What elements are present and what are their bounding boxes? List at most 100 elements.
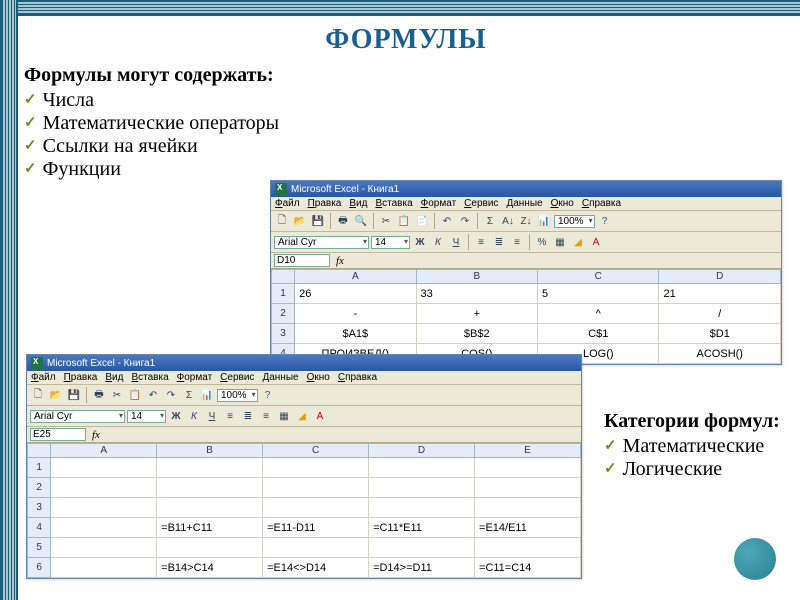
fill-color-icon[interactable]: ◢	[294, 408, 310, 424]
borders-icon[interactable]: ▦	[276, 408, 292, 424]
open-icon[interactable]: 📂	[292, 213, 308, 229]
cell[interactable]: 5	[538, 284, 659, 304]
cell[interactable]: 33	[416, 284, 537, 304]
bold-icon[interactable]: Ж	[168, 408, 184, 424]
menu-help[interactable]: Справка	[338, 372, 377, 383]
italic-icon[interactable]: К	[430, 234, 446, 250]
save-icon[interactable]: 💾	[66, 387, 82, 403]
cell[interactable]: $A1$	[295, 324, 416, 344]
redo-icon[interactable]: ↷	[457, 213, 473, 229]
col-header[interactable]: A	[51, 444, 157, 458]
menu-window[interactable]: Окно	[307, 372, 330, 383]
zoom-combo[interactable]: 100%	[217, 389, 258, 402]
menu-file[interactable]: Файл	[31, 372, 56, 383]
copy-icon[interactable]: 📋	[396, 213, 412, 229]
col-header[interactable]: D	[659, 270, 781, 284]
menu-data[interactable]: Данные	[506, 198, 542, 209]
sum-icon[interactable]: Σ	[181, 387, 197, 403]
new-icon[interactable]: 🗋	[274, 213, 290, 229]
cell[interactable]	[157, 458, 263, 478]
row-header[interactable]: 2	[272, 304, 295, 324]
menubar[interactable]: Файл Правка Вид Вставка Формат Сервис Да…	[271, 197, 781, 211]
sum-icon[interactable]: Σ	[482, 213, 498, 229]
spreadsheet-grid[interactable]: A B C D 1 26 33 5 21 2 - + ^ / 3 $A1$ $B…	[271, 269, 781, 364]
new-icon[interactable]: 🗋	[30, 387, 46, 403]
open-icon[interactable]: 📂	[48, 387, 64, 403]
align-center-icon[interactable]: ≣	[240, 408, 256, 424]
menu-tools[interactable]: Сервис	[464, 198, 498, 209]
sort-asc-icon[interactable]: A↓	[500, 213, 516, 229]
font-combo[interactable]: Arial Cyr	[30, 410, 125, 423]
print-icon[interactable]: 🖶	[91, 387, 107, 403]
cell[interactable]	[475, 498, 581, 518]
menu-tools[interactable]: Сервис	[220, 372, 254, 383]
preview-icon[interactable]: 🔍	[353, 213, 369, 229]
cell[interactable]: $B$2	[416, 324, 537, 344]
cut-icon[interactable]: ✂	[109, 387, 125, 403]
cell[interactable]	[157, 498, 263, 518]
cell[interactable]	[369, 458, 475, 478]
menu-window[interactable]: Окно	[551, 198, 574, 209]
cell[interactable]: ACOSH()	[659, 344, 781, 364]
print-icon[interactable]: 🖶	[335, 213, 351, 229]
row-header[interactable]: 3	[28, 498, 51, 518]
menu-format[interactable]: Формат	[421, 198, 457, 209]
menu-data[interactable]: Данные	[262, 372, 298, 383]
font-color-icon[interactable]: A	[588, 234, 604, 250]
cell[interactable]	[369, 478, 475, 498]
cell[interactable]: ^	[538, 304, 659, 324]
format-toolbar[interactable]: Arial Cyr 14 Ж К Ч ≡ ≣ ≡ ▦ ◢ A	[27, 406, 581, 427]
undo-icon[interactable]: ↶	[439, 213, 455, 229]
cell[interactable]	[51, 538, 157, 558]
row-header[interactable]: 3	[272, 324, 295, 344]
currency-icon[interactable]: %	[534, 234, 550, 250]
name-box[interactable]: E25	[30, 428, 86, 441]
cell[interactable]: =B11+C11	[157, 518, 263, 538]
menu-format[interactable]: Формат	[177, 372, 213, 383]
chart-icon[interactable]: 📊	[199, 387, 215, 403]
row-header[interactable]: 1	[272, 284, 295, 304]
cell[interactable]	[475, 478, 581, 498]
cell[interactable]	[369, 498, 475, 518]
font-size-combo[interactable]: 14	[371, 236, 410, 249]
cell[interactable]: =E14/E11	[475, 518, 581, 538]
col-header[interactable]: C	[538, 270, 659, 284]
cell[interactable]: =C11=C14	[475, 558, 581, 578]
col-header[interactable]: D	[369, 444, 475, 458]
row-header[interactable]: 1	[28, 458, 51, 478]
align-right-icon[interactable]: ≡	[509, 234, 525, 250]
fx-icon[interactable]: fx	[336, 255, 344, 267]
save-icon[interactable]: 💾	[310, 213, 326, 229]
cell[interactable]	[51, 478, 157, 498]
chart-icon[interactable]: 📊	[536, 213, 552, 229]
cell[interactable]: /	[659, 304, 781, 324]
cell[interactable]	[157, 538, 263, 558]
cut-icon[interactable]: ✂	[378, 213, 394, 229]
cell[interactable]	[475, 458, 581, 478]
cell[interactable]: =B14>C14	[157, 558, 263, 578]
underline-icon[interactable]: Ч	[204, 408, 220, 424]
cell[interactable]	[263, 538, 369, 558]
menu-view[interactable]: Вид	[105, 372, 123, 383]
cell[interactable]	[51, 558, 157, 578]
cell[interactable]: =D14>=D11	[369, 558, 475, 578]
sort-desc-icon[interactable]: Z↓	[518, 213, 534, 229]
align-left-icon[interactable]: ≡	[473, 234, 489, 250]
redo-icon[interactable]: ↷	[163, 387, 179, 403]
menu-file[interactable]: Файл	[275, 198, 300, 209]
menu-insert[interactable]: Вставка	[375, 198, 412, 209]
cell[interactable]	[51, 518, 157, 538]
col-header[interactable]: E	[475, 444, 581, 458]
align-right-icon[interactable]: ≡	[258, 408, 274, 424]
font-combo[interactable]: Arial Cyr	[274, 236, 369, 249]
cell[interactable]	[263, 498, 369, 518]
paste-icon[interactable]: 📄	[414, 213, 430, 229]
col-header[interactable]: B	[157, 444, 263, 458]
menu-insert[interactable]: Вставка	[131, 372, 168, 383]
cell[interactable]	[263, 458, 369, 478]
cell[interactable]: 26	[295, 284, 416, 304]
borders-icon[interactable]: ▦	[552, 234, 568, 250]
zoom-combo[interactable]: 100%	[554, 215, 595, 228]
italic-icon[interactable]: К	[186, 408, 202, 424]
bold-icon[interactable]: Ж	[412, 234, 428, 250]
